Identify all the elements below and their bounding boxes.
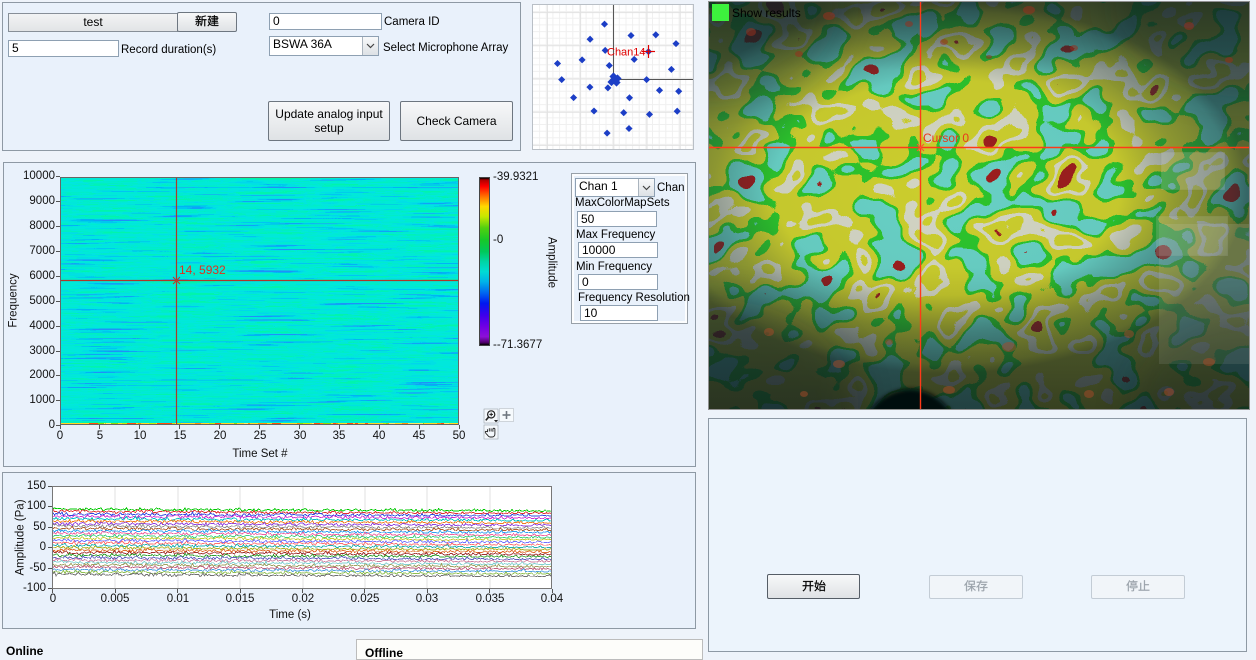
svg-text:Show results: Show results <box>732 6 801 20</box>
svg-text:Chan14: Chan14 <box>607 47 646 59</box>
svg-text:Cursor 0: Cursor 0 <box>923 131 969 145</box>
svg-text:14, 5932: 14, 5932 <box>179 263 226 277</box>
